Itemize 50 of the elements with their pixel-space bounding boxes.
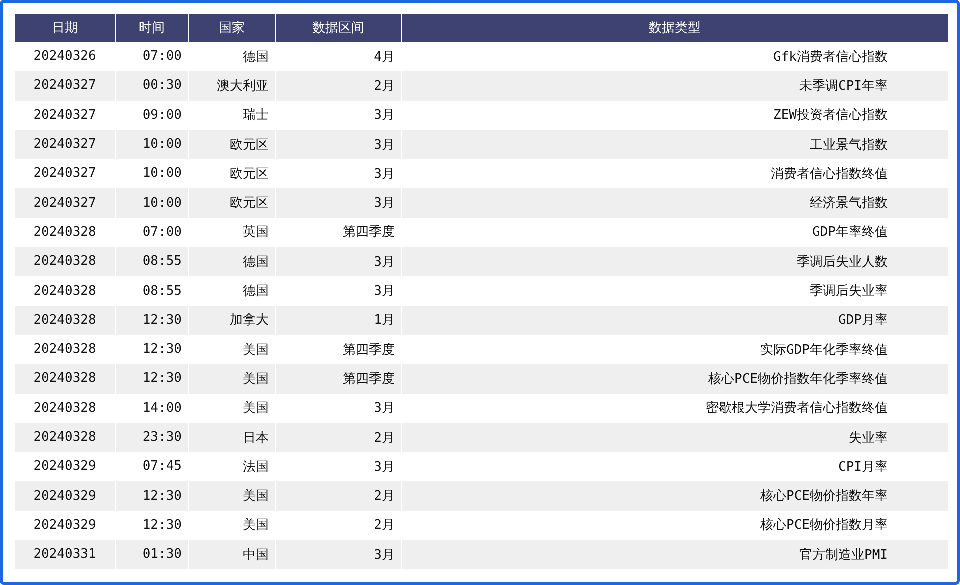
table-cell: 3月 — [276, 540, 402, 570]
table-cell: 日本 — [188, 422, 276, 452]
table-cell: 德国 — [188, 247, 276, 276]
table-cell: 2月 — [276, 71, 402, 101]
table-cell: 2月 — [276, 422, 402, 452]
column-header: 日期 — [15, 14, 116, 42]
table-cell: 2月 — [276, 481, 402, 511]
table-cell: 经济景气指数 — [402, 188, 948, 218]
table-cell: 20240328 — [15, 247, 116, 276]
table-cell: 01:30 — [116, 540, 188, 570]
table-cell: 20240331 — [15, 540, 116, 570]
table-cell: 3月 — [276, 188, 402, 218]
table-cell: 1月 — [276, 306, 402, 335]
table-cell: 20240329 — [15, 481, 116, 511]
table-cell: 官方制造业PMI — [402, 540, 948, 570]
table-cell: 12:30 — [116, 364, 188, 394]
column-header: 时间 — [116, 14, 188, 42]
table-cell: 加拿大 — [188, 306, 276, 335]
table-cell: 12:30 — [116, 306, 188, 335]
table-cell: 美国 — [188, 481, 276, 511]
table-cell: 未季调CPI年率 — [402, 71, 948, 101]
table-cell: 08:55 — [116, 247, 188, 276]
table-cell: 20240327 — [15, 188, 116, 218]
table-cell: 00:30 — [116, 71, 188, 101]
table-cell: 工业景气指数 — [402, 130, 948, 160]
column-header: 国家 — [188, 14, 276, 42]
table-cell: 20240327 — [15, 130, 116, 160]
table-cell: 10:00 — [116, 188, 188, 218]
column-header: 数据区间 — [276, 14, 402, 42]
table-cell: 澳大利亚 — [188, 71, 276, 101]
table-cell: 第四季度 — [276, 364, 402, 394]
table-cell: GDP月率 — [402, 306, 948, 335]
column-header: 数据类型 — [402, 14, 948, 42]
table-cell: 20240328 — [15, 306, 116, 335]
table-cell: 20240328 — [15, 364, 116, 394]
table-cell: 3月 — [276, 130, 402, 160]
table-cell: 季调后失业人数 — [402, 247, 948, 276]
table-cell: 20240327 — [15, 71, 116, 101]
table-cell: 10:00 — [116, 130, 188, 160]
table-cell: 3月 — [276, 247, 402, 276]
table-cell: 20240328 — [15, 422, 116, 452]
table-cell: 欧元区 — [188, 130, 276, 160]
table-cell: 核心PCE物价指数年率 — [402, 481, 948, 511]
table-cell: 核心PCE物价指数年化季率终值 — [402, 364, 948, 394]
table-cell: 失业率 — [402, 422, 948, 452]
table-cell: 12:30 — [116, 481, 188, 511]
table-cell: 中国 — [188, 540, 276, 570]
table-cell: 欧元区 — [188, 188, 276, 218]
table-cell: 23:30 — [116, 422, 188, 452]
table-cell: 美国 — [188, 364, 276, 394]
